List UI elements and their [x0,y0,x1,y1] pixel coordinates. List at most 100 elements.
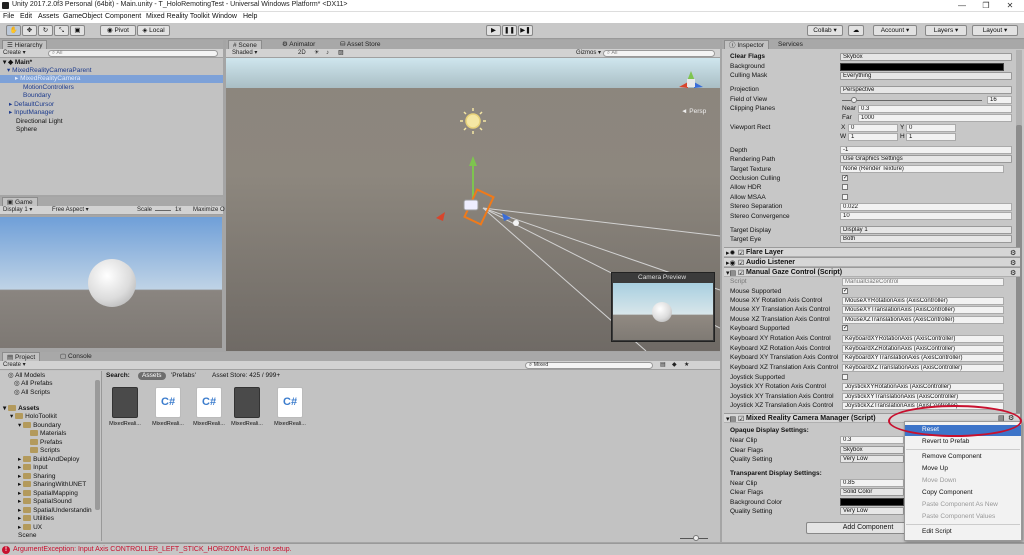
hierarchy-item-selected[interactable]: ▸ MixedRealityCamera [0,75,223,83]
target-texture-field[interactable]: None (Render Texture) [840,165,1004,173]
tab-inspector[interactable]: ⓘ Inspector [724,40,770,49]
audio-listener-checkbox[interactable]: ☑ [738,259,744,267]
project-folder[interactable]: ▸ Input [18,464,48,472]
zoom-slider-thumb[interactable] [693,535,699,541]
local-toggle[interactable]: ◈ Local [137,25,170,36]
star-icon[interactable]: ★ [684,362,689,369]
opaque-quality-dropdown[interactable]: Very Low [840,455,904,463]
tab-asset-store[interactable]: ⛁ Asset Store [336,40,385,49]
filter-label-icon[interactable]: ◆ [672,362,677,369]
audio-listener-header[interactable]: ▸◉ ☑ Audio Listener ⚙ [724,257,1020,267]
help-icon[interactable]: ▤ [998,414,1005,422]
scene-search-input[interactable]: ⌕ All [603,50,715,57]
object-field[interactable]: MouseXYTranslationAxis (AxisController) [842,306,1004,314]
context-item-move-up[interactable]: Move Up [922,465,948,473]
scale-slider[interactable] [155,210,171,211]
menu-edit[interactable]: Edit [20,13,32,20]
keyboard-supported-checkbox[interactable]: ✓ [842,325,848,331]
close-button[interactable]: ✕ [998,0,1022,12]
project-folder[interactable]: ▸ SpatialUnderstandin [18,507,92,515]
project-folder[interactable]: ▾ Boundary [18,422,61,430]
project-folder[interactable]: Scene [18,532,36,540]
project-folder[interactable]: ▸ SharingWithUNET [18,481,86,489]
pause-button[interactable]: ❚❚ [502,25,517,36]
project-folder[interactable]: Prefabs [30,439,62,447]
tab-game[interactable]: ▣ Game [2,197,38,206]
hand-tool-icon[interactable]: ✋ [6,25,21,36]
culling-mask-dropdown[interactable]: Everything [840,72,1012,80]
project-folder[interactable]: ▸ BuildAndDeploy [18,456,79,464]
tab-project[interactable]: ▤ Project [2,352,41,361]
object-field[interactable]: MouseXZTranslationAxis (AxisController) [842,316,1004,324]
audio-icon[interactable]: ♪ [326,50,329,57]
persp-label[interactable]: ◄ Persp [681,108,706,115]
viewport-w-input[interactable]: 1 [848,133,898,141]
gear-icon[interactable]: ⚙ [1010,259,1016,267]
tab-console[interactable]: ▢ Console [56,352,96,361]
hierarchy-item[interactable]: ▸ DefaultCursor [9,101,54,109]
background-color-swatch[interactable] [840,498,904,506]
context-item-revert-to-prefab[interactable]: Revert to Prefab [922,438,969,446]
near-input[interactable]: 0.3 [858,105,1012,113]
menu-assets[interactable]: Assets [38,13,59,20]
status-bar[interactable]: ! ArgumentException: Input Axis CONTROLL… [0,543,1024,555]
menu-help[interactable]: Help [243,13,257,20]
tab-animator[interactable]: ⚙ Animator [278,40,319,49]
project-search-input[interactable]: ⌕ Mixed [525,362,653,369]
filter-type-icon[interactable]: ▤ [660,362,666,369]
project-folder[interactable]: Scripts [30,447,60,455]
allow-hdr-checkbox[interactable] [842,184,848,190]
asset-cs-script[interactable]: C# [273,387,307,419]
asset-cs-script[interactable]: C# [192,387,226,419]
layout-dropdown[interactable]: Layout ▾ [972,25,1018,36]
stereo-separation-input[interactable]: 0.022 [840,203,1012,211]
hierarchy-item[interactable]: ▸ InputManager [9,109,54,117]
rotate-tool-icon[interactable]: ↻ [38,25,53,36]
lighting-icon[interactable]: ☀ [314,50,319,57]
hierarchy-item[interactable]: Boundary [23,92,51,100]
play-button[interactable]: ▶ [486,25,501,36]
scope-prefabs[interactable]: 'Prefabs' [171,372,196,379]
menu-gameobject[interactable]: GameObject [63,13,102,20]
project-folder[interactable]: ▸ Utilities [18,515,54,523]
project-folder[interactable]: ▸ SpatialSound [18,498,72,506]
asset-prefab[interactable] [108,387,142,419]
transparent-clear-flags-dropdown[interactable]: Solid Color [840,488,904,496]
scope-assets[interactable]: Assets [138,372,166,380]
menu-window[interactable]: Window [212,13,237,20]
object-field[interactable]: KeyboardXYTranslationAxis (AxisControlle… [842,354,1004,362]
hierarchy-item[interactable]: Directional Light [16,118,63,126]
occlusion-culling-checkbox[interactable]: ✓ [842,175,848,181]
gaze-control-checkbox[interactable]: ☑ [738,269,744,277]
hierarchy-item[interactable]: MotionControllers [23,84,74,92]
step-button[interactable]: ▶❚ [518,25,533,36]
2d-toggle[interactable]: 2D [298,50,306,57]
menu-file[interactable]: File [3,13,14,20]
allow-msaa-checkbox[interactable] [842,194,848,200]
flare-layer-header[interactable]: ▸✹ ☑ Flare Layer ⚙ [724,247,1020,257]
context-item-remove-component[interactable]: Remove Component [922,453,982,461]
viewport-h-input[interactable]: 1 [906,133,956,141]
object-field[interactable]: MouseXYRotationAxis (AxisController) [842,297,1004,305]
display-dropdown[interactable]: Display 1 ▾ [3,207,32,214]
viewport-x-input[interactable]: 0 [848,124,898,132]
project-tree-scrollbar[interactable] [95,380,100,510]
scale-tool-icon[interactable]: ⤡ [54,25,69,36]
clear-flags-dropdown[interactable]: Skybox [840,53,1012,61]
layers-dropdown[interactable]: Layers ▾ [925,25,967,36]
project-folder[interactable]: ▸ UX [18,524,42,532]
favorite-item[interactable]: ◎ All Models [8,372,45,380]
object-field[interactable]: JoystickXYRotationAxis (AxisController) [842,383,1004,391]
pivot-toggle[interactable]: ◉ Pivot [100,25,136,36]
scope-asset-store[interactable]: Asset Store: 425 / 999+ [212,372,280,379]
transparent-quality-dropdown[interactable]: Very Low [840,507,904,515]
context-item-copy-component[interactable]: Copy Component [922,489,973,497]
viewport-y-input[interactable]: 0 [906,124,956,132]
joystick-supported-checkbox[interactable] [842,374,848,380]
gizmos-dropdown[interactable]: Gizmos ▾ [576,50,601,57]
depth-input[interactable]: -1 [840,146,1012,154]
favorite-item[interactable]: ◎ All Prefabs [14,380,53,388]
project-folder[interactable]: ▸ Sharing [18,473,55,481]
asset-prefab[interactable] [230,387,264,419]
hierarchy-item[interactable]: Sphere [16,126,37,134]
